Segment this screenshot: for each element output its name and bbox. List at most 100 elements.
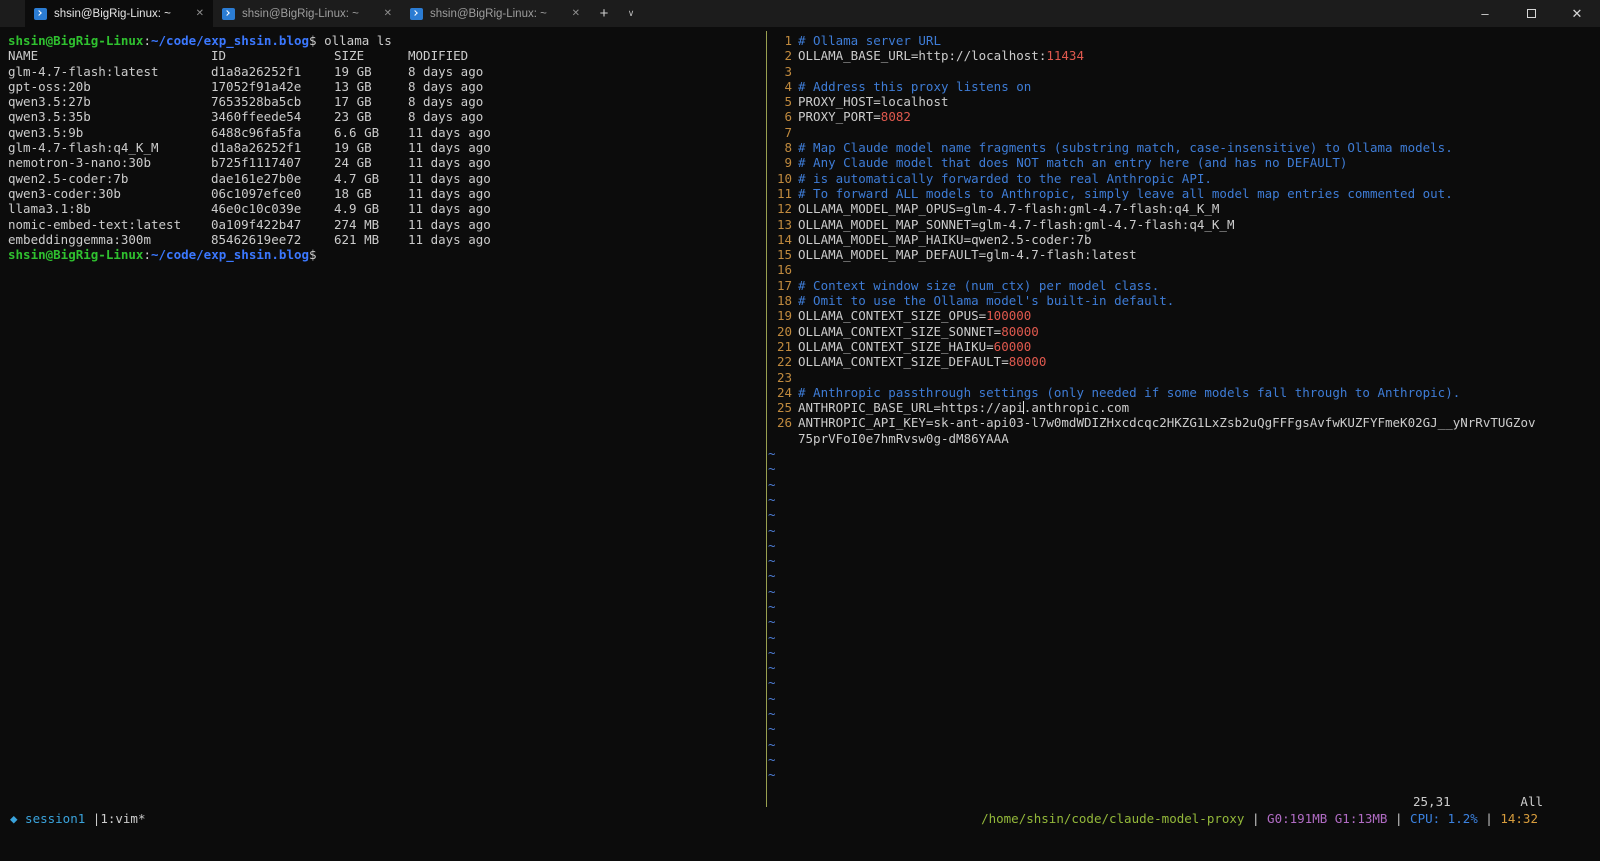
table-row: llama3.1:8b 46e0c10c039e 4.9 GB 11 days ago (8, 201, 760, 216)
model-id: 3460ffeede54 (211, 109, 302, 125)
model-id: dae161e27b0e (211, 170, 302, 186)
vim-pane[interactable]: 1 # Ollama server URL 2 OLLAMA_BASE_URL=htt… (768, 33, 1600, 783)
tmux-pane-divider[interactable] (766, 31, 767, 807)
empty-buffer-line: ~ (768, 645, 1600, 660)
prompt-path: ~/code/exp_shsin.blog (151, 33, 310, 48)
shell-pane[interactable]: shsin@BigRig-Linux:~/code/exp_shsin.blog… (8, 33, 760, 262)
tilde-marker: ~ (768, 568, 776, 584)
model-name: glm-4.7-flash:q4_K_M (8, 140, 159, 156)
tab-close-icon[interactable]: ✕ (194, 8, 204, 19)
scroll-position: All (1520, 794, 1543, 809)
editor-line: 18 # Omit to use the Ollama model's built… (768, 293, 1600, 308)
tilde-marker: ~ (768, 644, 776, 660)
model-modified: 11 days ago (408, 140, 491, 156)
status-segment: CPU: 1.2% (1410, 811, 1478, 826)
model-name: llama3.1:8b (8, 201, 91, 217)
table-row: qwen2.5-coder:7b dae161e27b0e 4.7 GB 11 day… (8, 171, 760, 186)
model-modified: 8 days ago (408, 78, 484, 94)
model-size: 24 GB (334, 155, 372, 171)
column-header: SIZE (334, 48, 365, 64)
table-row: glm-4.7-flash:q4_K_M d1a8a26252f1 19 GB 11 … (8, 140, 760, 155)
empty-buffer-line: ~ (768, 568, 1600, 583)
code-segment: 75prVFoI0e7hmRvsw0g-dM86YAAA (798, 430, 1009, 446)
cursor-position: 25,31 (1413, 794, 1451, 809)
minimize-button[interactable]: – (1462, 0, 1508, 27)
tilde-marker: ~ (768, 522, 776, 538)
tilde-marker: ~ (768, 706, 776, 722)
close-button[interactable]: ✕ (1554, 0, 1600, 27)
tab-close-icon[interactable]: ✕ (382, 8, 392, 19)
code-segment: OLLAMA_CONTEXT_SIZE_DEFAULT= (798, 354, 1009, 370)
model-name: nemotron-3-nano:30b (8, 155, 151, 171)
tilde-marker: ~ (768, 660, 776, 676)
tab-close-icon[interactable]: ✕ (570, 8, 580, 19)
empty-buffer-line: ~ (768, 584, 1600, 599)
line-number: 2 (784, 48, 792, 64)
maximize-button[interactable] (1508, 0, 1554, 27)
model-name: qwen3.5:27b (8, 94, 91, 110)
model-name: nomic-embed-text:latest (8, 216, 182, 232)
tilde-marker: ~ (768, 507, 776, 523)
code-segment: # is automatically forwarded to the real… (798, 170, 1212, 186)
line-number: 24 (776, 384, 792, 400)
model-id: 85462619ee72 (211, 231, 302, 247)
editor-line: 25 ANTHROPIC_BASE_URL=https://api.anthrop… (768, 400, 1600, 415)
prompt-path: ~/code/exp_shsin.blog (151, 247, 310, 263)
prompt-symbol: $ (309, 247, 317, 263)
model-name: glm-4.7-flash:latest (8, 63, 159, 79)
column-header: MODIFIED (408, 48, 469, 64)
line-number: 12 (776, 201, 792, 217)
titlebar: shsin@BigRig-Linux: ~ ✕ shsin@BigRig-Linux… (0, 0, 1600, 27)
tilde-marker: ~ (768, 553, 776, 569)
code-segment: # Address this proxy listens on (798, 78, 1032, 94)
editor-line: 7 (768, 125, 1600, 140)
model-id: 6488c96fa5fa (211, 124, 302, 140)
terminal-icon (222, 7, 235, 20)
editor-line: 1 # Ollama server URL (768, 33, 1600, 48)
code-segment: 11434 (1046, 48, 1084, 64)
status-segment: /home/shsin/code/claude-model-proxy (981, 811, 1245, 826)
tilde-marker: ~ (768, 675, 776, 691)
new-tab-button[interactable]: + (589, 0, 619, 27)
tab-dropdown-button[interactable]: ∨ (619, 0, 643, 27)
model-id: 46e0c10c039e (211, 201, 302, 217)
tilde-marker: ~ (768, 476, 776, 492)
empty-buffer-line: ~ (768, 507, 1600, 522)
empty-buffer-line: ~ (768, 492, 1600, 507)
model-size: 621 MB (334, 231, 380, 247)
line-number: 22 (776, 354, 792, 370)
editor-line: 12 OLLAMA_MODEL_MAP_OPUS=glm-4.7-flash:gm… (768, 201, 1600, 216)
prompt-symbol: $ (309, 33, 317, 48)
editor-line: 16 (768, 262, 1600, 277)
tab-3[interactable]: shsin@BigRig-Linux: ~ ✕ (401, 0, 589, 27)
code-segment: OLLAMA_MODEL_MAP_HAIKU=qwen2.5-coder:7b (798, 231, 1092, 247)
tilde-marker: ~ (768, 461, 776, 477)
model-id: d1a8a26252f1 (211, 63, 302, 79)
model-name: qwen2.5-coder:7b (8, 170, 129, 186)
model-modified: 11 days ago (408, 124, 491, 140)
empty-buffer-line: ~ (768, 477, 1600, 492)
model-id: 0a109f422b47 (211, 216, 302, 232)
tilde-marker: ~ (768, 751, 776, 767)
tab-1[interactable]: shsin@BigRig-Linux: ~ ✕ (25, 0, 213, 27)
tab-2[interactable]: shsin@BigRig-Linux: ~ ✕ (213, 0, 401, 27)
code-segment: anthropic.com (1031, 400, 1130, 416)
line-number: 20 (776, 323, 792, 339)
empty-buffer-line: ~ (768, 630, 1600, 645)
code-segment: OLLAMA_BASE_URL=http://localhost: (798, 48, 1047, 64)
tilde-marker: ~ (768, 537, 776, 553)
column-header: ID (211, 48, 227, 64)
line-number: 6 (784, 109, 792, 125)
model-modified: 8 days ago (408, 109, 484, 125)
window-controls: – ✕ (1462, 0, 1600, 27)
editor-line: 10 # is automatically forwarded to the re… (768, 171, 1600, 186)
code-segment: OLLAMA_CONTEXT_SIZE_OPUS= (798, 308, 987, 324)
tab-title: shsin@BigRig-Linux: ~ (242, 7, 359, 20)
shell-command: ollama ls (316, 33, 392, 48)
table-row: gpt-oss:20b 17052f91a42e 13 GB 8 days ago (8, 79, 760, 94)
tilde-marker: ~ (768, 446, 776, 462)
model-size: 19 GB (334, 140, 372, 156)
line-number: 21 (776, 338, 792, 354)
table-row: qwen3.5:35b 3460ffeede54 23 GB 8 days ago (8, 109, 760, 124)
prompt-line: shsin@BigRig-Linux:~/code/exp_shsin.blog… (8, 247, 760, 262)
